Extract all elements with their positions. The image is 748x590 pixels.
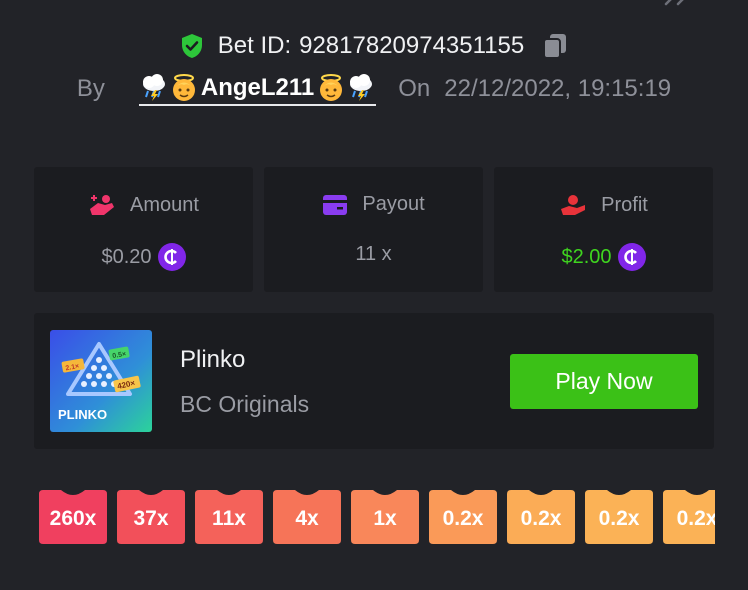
- profit-value: $2.00: [561, 245, 612, 268]
- bet-id-row: Bet ID: 92817820974351155: [0, 28, 748, 64]
- multiplier-tile: 260x: [39, 490, 107, 544]
- amount-value: $0.20: [101, 245, 152, 268]
- play-now-button[interactable]: Play Now: [510, 354, 698, 409]
- bet-byline: By AngeL211 On 22/12/2022, 19:15:19: [0, 72, 748, 106]
- game-card: 2.1× 0.5× 420× PLINKO Plinko BC Original…: [34, 313, 714, 449]
- storm-cloud-icon: [142, 73, 165, 101]
- multiplier-value: 37x: [133, 507, 169, 530]
- hand-coin-icon: [90, 195, 115, 215]
- on-label: On: [398, 75, 431, 102]
- multiplier-tile: 0.2x: [663, 490, 715, 544]
- profit-card: Profit $2.00: [494, 167, 713, 292]
- coin-icon: [617, 243, 646, 271]
- expand-arrows-icon[interactable]: [664, 0, 690, 6]
- bet-id-label: Bet ID:: [217, 32, 292, 59]
- bet-datetime: 22/12/2022, 19:15:19: [444, 75, 672, 102]
- multiplier-row: 260x 37x 11x 4x 1x 0.2x 0.2x 0.2x 0.2x: [39, 490, 715, 546]
- thumb-title: PLINKO: [58, 407, 107, 422]
- coin-icon: [157, 243, 186, 271]
- plinko-thumbnail[interactable]: 2.1× 0.5× 420× PLINKO: [50, 330, 152, 432]
- multiplier-value: 0.2x: [676, 507, 715, 530]
- angel-face-icon: [320, 73, 343, 101]
- profit-hand-icon: [561, 195, 586, 215]
- bet-id-value: 92817820974351155: [299, 32, 525, 59]
- multiplier-value: 0.2x: [598, 507, 640, 530]
- payout-label: Payout: [362, 193, 425, 215]
- angel-face-icon: [172, 73, 195, 101]
- multiplier-value: 11x: [212, 507, 246, 530]
- profit-label: Profit: [601, 193, 648, 216]
- payout-value: 11 x: [355, 243, 392, 265]
- game-name: Plinko: [180, 346, 246, 373]
- multiplier-value: 260x: [49, 507, 97, 530]
- multiplier-tile: 0.2x: [585, 490, 653, 544]
- username: AngeL211: [200, 73, 315, 101]
- multiplier-tile: 0.2x: [507, 490, 575, 544]
- multiplier-value: 0.2x: [520, 507, 562, 530]
- payout-card: Payout 11 x: [264, 167, 483, 292]
- multiplier-tile: 4x: [273, 490, 341, 544]
- multiplier-value: 0.2x: [442, 507, 484, 530]
- copy-icon[interactable]: [542, 32, 568, 60]
- multiplier-tile: 37x: [117, 490, 185, 544]
- multiplier-tile: 1x: [351, 490, 419, 544]
- card-icon: [323, 194, 348, 215]
- multiplier-value: 1x: [373, 507, 397, 530]
- multiplier-tile: 11x: [195, 490, 263, 544]
- storm-cloud-icon: [350, 73, 373, 101]
- by-label: By: [76, 75, 105, 102]
- amount-label: Amount: [130, 193, 199, 216]
- verified-shield-icon: [181, 34, 202, 58]
- username-link[interactable]: AngeL211: [138, 73, 377, 106]
- amount-card: Amount $0.20: [34, 167, 253, 292]
- game-category: BC Originals: [180, 391, 310, 417]
- multiplier-value: 4x: [295, 507, 319, 530]
- multiplier-tile: 0.2x: [429, 490, 497, 544]
